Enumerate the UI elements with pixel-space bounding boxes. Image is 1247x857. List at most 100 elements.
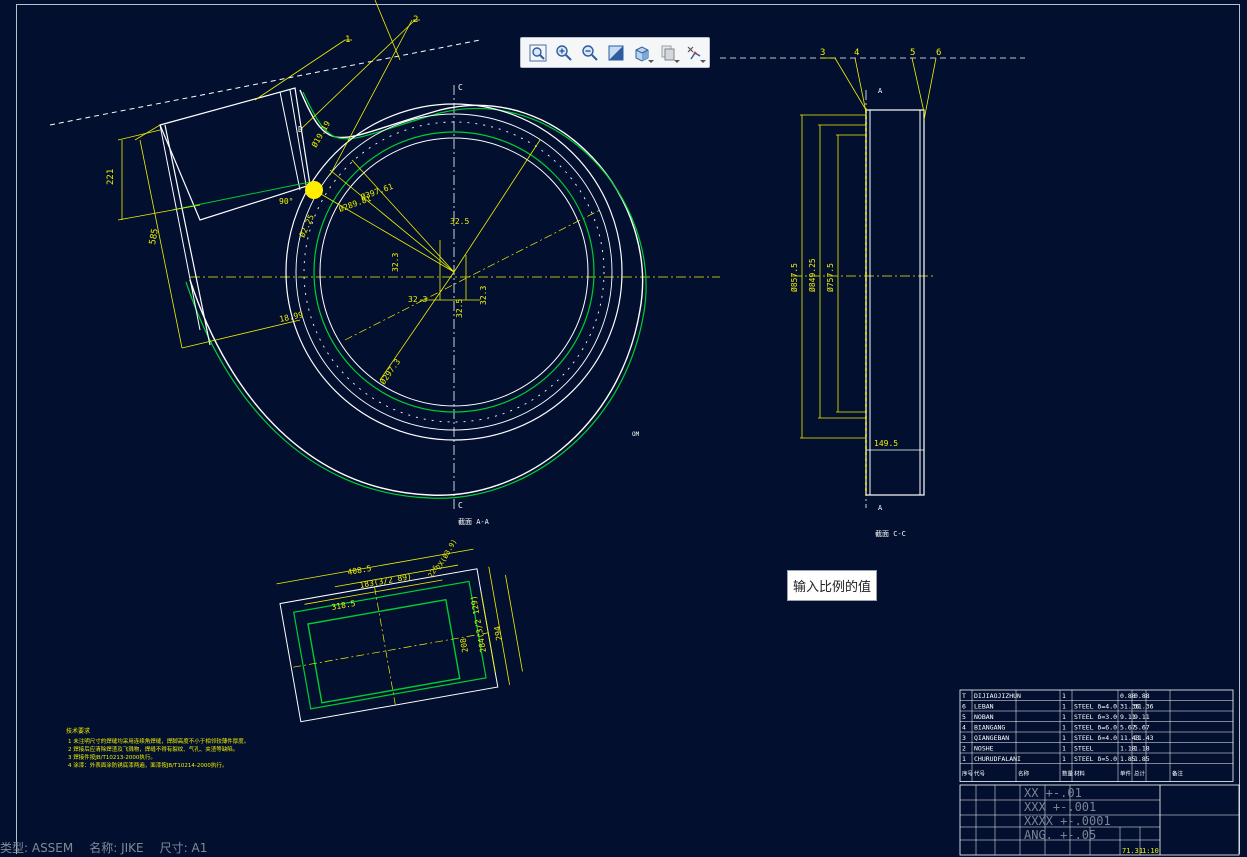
dim-32-3-a: 32.3 — [408, 295, 427, 304]
bom-cell: STEEL — [1074, 745, 1094, 753]
bom-cell: 9.11 — [1134, 713, 1150, 721]
balloon-2: 2 — [413, 15, 418, 25]
bom-cell: 1 — [1062, 755, 1066, 763]
bom-cell: 5 — [962, 713, 966, 721]
dim-849-25: Ø849.25 — [807, 258, 817, 292]
bom-cell: 1 — [962, 755, 966, 763]
bom-cell: STEEL δ=3.0 — [1074, 713, 1117, 721]
bom-header-cell: 备注 — [1172, 770, 1184, 778]
fit-view-icon — [608, 45, 624, 60]
bom-cell: 1 — [1062, 734, 1066, 742]
dim-208: 208 — [459, 637, 470, 653]
bom-cell: 5.67 — [1134, 724, 1150, 732]
bom-cell: 0.88 — [1134, 692, 1150, 700]
section-a-bottom: A — [878, 504, 883, 512]
bom-header-cell: 序号 — [962, 770, 974, 778]
bom-cell: 31.36 — [1134, 703, 1154, 711]
view-cube-button[interactable] — [629, 41, 655, 65]
dim-221: 221 — [106, 169, 116, 185]
dim-294: 294 — [493, 625, 504, 641]
dim-149-5: 149.5 — [874, 439, 898, 448]
status-size: 尺寸: A1 — [159, 841, 208, 855]
copy-view-button[interactable] — [655, 41, 681, 65]
status-name: 名称: JIKE — [89, 841, 144, 855]
section-c-top: C — [458, 83, 463, 92]
flange-view: 408.5 183(3/2 89) 318.5 226 2X(Ø3.9) 208… — [276, 538, 523, 723]
bom-header-cell: 材料 — [1074, 770, 1086, 778]
bom-cell: CHURUDFALANI — [974, 755, 1021, 763]
zoom-out-button[interactable] — [577, 41, 603, 65]
bom-cell: 1 — [1062, 745, 1066, 753]
status-bar: 类型: ASSEM 名称: JIKE 尺寸: A1 — [0, 838, 207, 857]
section-a-top: A — [878, 87, 883, 95]
dim-3-9: 2X(Ø3.9) — [435, 538, 459, 571]
bom-cell: T — [962, 692, 966, 700]
title-mass: 71.31 — [1122, 847, 1143, 855]
drawing-canvas[interactable]: 1 2 221 585 18.99 90° Ø19.19 Ø397.61 Ø28… — [0, 0, 1247, 857]
drawing-viewport[interactable]: 1 2 221 585 18.99 90° Ø19.19 Ø397.61 Ø28… — [0, 0, 1247, 857]
sketch-tools-button[interactable] — [681, 41, 707, 65]
bom-cell: STEEL δ=4.0 — [1074, 703, 1117, 711]
fit-view-button[interactable] — [603, 41, 629, 65]
bom-cell: STEEL δ=4.0 — [1074, 734, 1117, 742]
dim-857-5: Ø857.5 — [789, 263, 799, 292]
status-type: 类型: ASSEM — [0, 841, 74, 855]
bom-cell: STEEL δ=5.0 — [1074, 755, 1117, 763]
balloon-3: 3 — [820, 48, 825, 58]
zoom-window-icon — [529, 44, 547, 61]
zoom-window-button[interactable] — [525, 41, 551, 65]
zoom-in-icon — [556, 44, 572, 61]
section-aa-view: 1 2 221 585 18.99 90° Ø19.19 Ø397.61 Ø28… — [49, 0, 720, 526]
technical-notes: 技术要求 1 未注明尺寸的焊缝均采用连续角焊缝，焊脚高度不小于相邻较薄件厚度。 … — [66, 727, 249, 769]
title-scale: 1:10 — [1142, 847, 1159, 855]
dim-289-81: Ø289.81 — [337, 193, 372, 214]
scale-input-tooltip: 输入比例的值 — [787, 570, 877, 601]
bom-header-cell: 总计 — [1134, 770, 1146, 778]
dim-297-3: Ø297.3 — [377, 357, 402, 387]
note-line-1: 1 未注明尺寸的焊缝均采用连续角焊缝，焊脚高度不小于相邻较薄件厚度。 — [68, 737, 249, 745]
note-line-4: 4 涂漆：外表面涂防锈底漆两遍，面漆按JB/T10214-2000执行。 — [68, 761, 227, 769]
om-label: OM — [632, 431, 640, 438]
tolerance-line: ANG. +-.05 — [1024, 828, 1097, 842]
bom-cell: DIJIAOJIZHUN — [974, 692, 1021, 700]
chevron-down-icon — [700, 59, 706, 63]
balloon-6: 6 — [936, 48, 941, 58]
bom-cell: 6 — [962, 703, 966, 711]
bom-cell: BIANGANG — [974, 724, 1005, 732]
tolerance-block: XX +-.01 XXX +-.001 XXXX +-.0001 ANG. +-… — [1024, 786, 1111, 842]
dim-2-25: Ø2.25 — [297, 213, 316, 239]
dim-90deg: 90° — [279, 197, 293, 206]
dim-318-5: 318.5 — [331, 599, 356, 612]
dim-32-5-a: 32.5 — [450, 217, 469, 226]
dim-32-3-b: 32.3 — [391, 253, 400, 272]
bom-header-cell: 名称 — [1018, 770, 1030, 778]
chevron-down-icon — [674, 59, 680, 63]
dim-284: 284(3/2 129) — [469, 595, 488, 653]
bom-cell: NOBAN — [974, 713, 994, 721]
tolerance-line: XXXX +-.0001 — [1024, 814, 1111, 828]
section-cc-label: 截面 C-C — [875, 529, 906, 538]
bom-cell: 3 — [962, 734, 966, 742]
bom-cell: 1 — [1062, 692, 1066, 700]
bom-cell: 1.85 — [1134, 755, 1150, 763]
zoom-out-icon — [582, 44, 598, 61]
bom-cell: LEBAN — [974, 703, 994, 711]
balloon-5: 5 — [910, 48, 915, 58]
chevron-down-icon — [648, 59, 654, 63]
dim-183: 183(3/2 89) — [359, 572, 413, 590]
bom-cell: 1.18 — [1134, 745, 1150, 753]
zoom-in-button[interactable] — [551, 41, 577, 65]
bom-cell: QIANGEBAN — [974, 734, 1009, 742]
bom-table: T DIJIAOJIZHUN 1 0.880.886 LEBAN 1 STEEL δ=4.0… — [959, 689, 1234, 782]
dim-408-5: 408.5 — [347, 564, 372, 577]
tolerance-line: XX +-.01 — [1024, 786, 1082, 800]
bom-cell: 1 — [1062, 724, 1066, 732]
tolerance-line: XXX +-.001 — [1024, 800, 1097, 814]
view-toolbar — [520, 37, 710, 68]
bom-cell: 1 — [1062, 703, 1066, 711]
bom-cell: NOSHE — [974, 745, 994, 753]
note-line-2: 2 焊接后应清除焊渣及飞溅物，焊缝不得有裂纹、气孔、夹渣等缺陷。 — [68, 745, 238, 753]
bom-cell: 1 — [1062, 713, 1066, 721]
balloon-4: 4 — [854, 48, 859, 58]
bom-cell: 2 — [962, 745, 966, 753]
